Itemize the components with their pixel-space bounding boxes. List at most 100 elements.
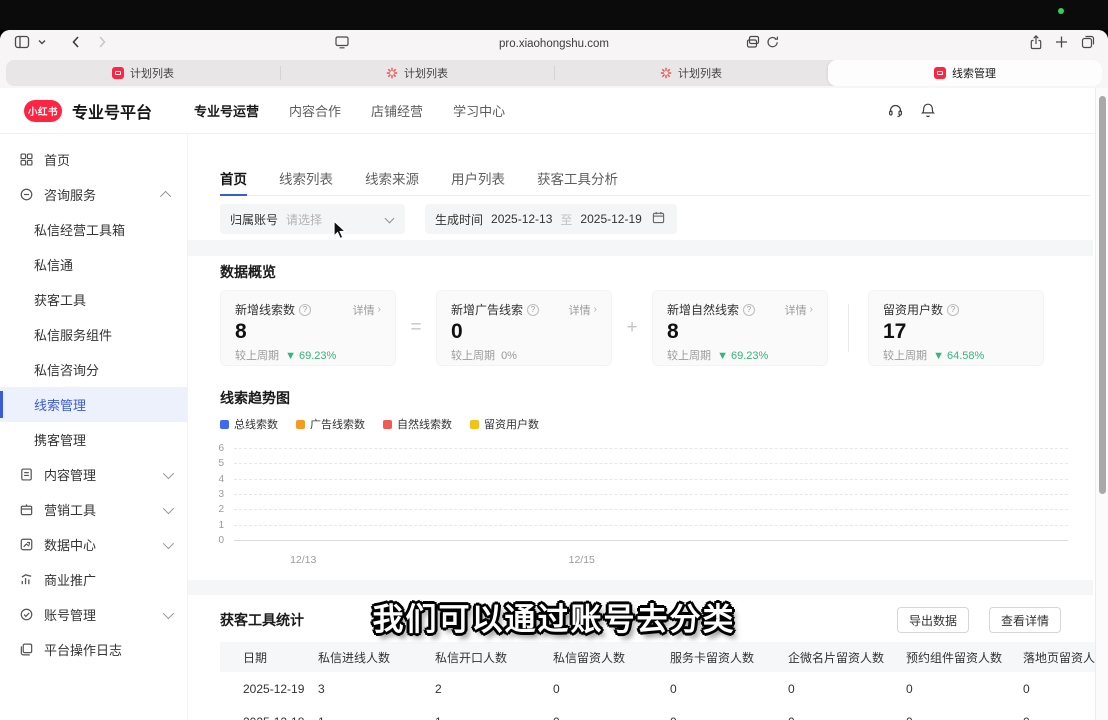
legend-ad-leads[interactable]: 广告线索数 [296,416,365,432]
stat-card-retained-users[interactable]: 留资用户数 17 较上周期 ▼ 64.58% [868,290,1044,366]
y-tick: 1 [218,520,224,531]
share-icon[interactable] [1028,34,1044,51]
sidebar-item-lead-tools[interactable]: 获客工具 [0,282,187,317]
chevron-down-icon [385,214,395,224]
sidebar-item-label: 营销工具 [44,500,96,519]
table-cell: 2 [435,682,553,696]
chevron-down-icon [163,467,174,478]
date-range-separator: 至 [560,211,572,228]
question-icon[interactable] [743,304,755,316]
legend-retained-users[interactable]: 留资用户数 [470,416,539,432]
header-cell: 私信开口人数 [435,649,553,666]
page-tabs: 首页 线索列表 线索来源 用户列表 获客工具分析 [220,164,1090,196]
trend-chart: 6 5 4 3 2 1 0 12/13 12/15 [220,440,1068,570]
sidebar-item-label: 商业推广 [44,570,96,589]
sidebar-group-content-management[interactable]: 内容管理 [0,457,187,492]
y-tick: 0 [218,535,224,546]
bell-icon[interactable] [920,102,936,119]
date-range-label: 生成时间 [435,211,483,228]
y-tick: 2 [218,504,224,515]
table-cell: 0 [670,682,788,696]
card-compare: 较上周期 ▼ 64.58% [883,347,1029,363]
address-bar[interactable]: pro.xiaohongshu.com [0,30,1108,58]
delta-value: ▼ 69.23% [285,350,336,362]
date-range-picker[interactable]: 生成时间 2025-12-13 至 2025-12-19 [425,204,677,234]
tab-group-icon[interactable] [745,34,761,50]
table-cell: 0 [553,682,670,696]
equals-operator: = [396,317,436,339]
sidebar-item-lead-management[interactable]: 线索管理 [0,387,187,422]
stat-card-organic-leads[interactable]: 新增自然线索 详情› 8 较上周期 ▼ 69.23% [652,290,828,366]
xhs-favicon [112,67,124,79]
table-cell: 2025-12-19 [220,682,318,696]
card-value: 8 [667,320,813,344]
tab-lead-list[interactable]: 线索列表 [279,164,333,195]
data-icon [18,537,34,553]
sidebar-item-label: 携客管理 [34,430,86,449]
tab-tool-analysis[interactable]: 获客工具分析 [537,164,618,195]
sidebar-item-business-promotion[interactable]: 商业推广 [0,562,187,597]
sidebar-group-consult-service[interactable]: 咨询服务 [0,177,187,212]
nav-shop-management[interactable]: 店铺经营 [371,101,423,120]
account-select[interactable]: 归属账号 请选择 [220,204,405,234]
spinner-icon [386,67,398,79]
sidebar-item-label: 平台操作日志 [44,640,122,659]
tab-home[interactable]: 首页 [220,164,247,196]
tab-lead-source[interactable]: 线索来源 [365,164,419,195]
nav-pro-operation[interactable]: 专业号运营 [194,101,259,120]
question-icon[interactable] [527,304,539,316]
sidebar-item-customer-management[interactable]: 携客管理 [0,422,187,457]
screen: pro.xiaohongshu.com 计划列表 [0,0,1108,720]
overview-cards: 新增线索数 详情› 8 较上周期 ▼ 69.23% = 新增广告线索 详情› 0… [220,290,1044,366]
table-header-row: 日期 私信进线人数 私信开口人数 私信留资人数 服务卡留资人数 企微名片留资人数… [220,642,1108,672]
stat-card-ad-leads[interactable]: 新增广告线索 详情› 0 较上周期 0% [436,290,612,366]
delta-value: 0% [501,350,517,362]
plus-operator: + [612,317,652,339]
nav-content-cooperation[interactable]: 内容合作 [289,101,341,120]
tab-label: 计划列表 [130,65,174,81]
card-title: 新增广告线索 [451,301,523,318]
question-icon[interactable] [299,304,311,316]
chevron-down-icon [163,537,174,548]
tab-overview-icon[interactable] [1080,34,1096,50]
sidebar-item-dm-consult-score[interactable]: 私信咨询分 [0,352,187,387]
sidebar-item-label: 首页 [44,150,70,169]
nav-learning-center[interactable]: 学习中心 [453,101,505,120]
legend-total-leads[interactable]: 总线索数 [220,416,278,432]
card-value: 0 [451,320,597,344]
grid-icon [18,152,34,168]
sidebar-item-home[interactable]: 首页 [0,142,187,177]
x-tick: 12/13 [290,554,316,566]
y-tick: 6 [218,443,224,454]
sidebar-item-label: 私信通 [34,255,73,274]
browser-tab-plan-list-2[interactable]: 计划列表 [280,60,554,86]
date-from-value[interactable]: 2025-12-13 [491,212,552,226]
sidebar-item-dm-toolbox[interactable]: 私信经营工具箱 [0,212,187,247]
stat-card-new-leads[interactable]: 新增线索数 详情› 8 较上周期 ▼ 69.23% [220,290,396,366]
sidebar-item-dm-service-components[interactable]: 私信服务组件 [0,317,187,352]
reload-icon[interactable] [765,34,780,50]
date-to-value[interactable]: 2025-12-19 [580,212,641,226]
tab-user-list[interactable]: 用户列表 [451,164,505,195]
sidebar-group-marketing-tools[interactable]: 营销工具 [0,492,187,527]
question-icon[interactable] [947,304,959,316]
browser-tab-lead-management[interactable]: 线索管理 [828,60,1102,86]
y-tick: 5 [218,458,224,469]
sidebar-item-label: 数据中心 [44,535,96,554]
browser-tab-plan-list-1[interactable]: 计划列表 [6,60,280,86]
detail-link[interactable]: 详情› [569,302,597,318]
scrollbar-thumb[interactable] [1099,96,1106,494]
card-compare: 较上周期 ▼ 69.23% [667,347,813,363]
sidebar-item-dm-pass[interactable]: 私信通 [0,247,187,282]
box-icon [18,502,34,518]
chat-icon [18,187,34,203]
sidebar-group-data-center[interactable]: 数据中心 [0,527,187,562]
detail-link[interactable]: 详情› [785,302,813,318]
browser-tab-plan-list-3[interactable]: 计划列表 [554,60,828,86]
new-tab-icon[interactable] [1054,34,1069,50]
support-headset-icon[interactable] [887,102,904,119]
chart-plot-area: 6 5 4 3 2 1 0 12/13 12/15 [234,448,1068,540]
detail-link[interactable]: 详情› [353,302,381,318]
legend-organic-leads[interactable]: 自然线索数 [383,416,452,432]
account-select-label: 归属账号 [230,211,278,228]
